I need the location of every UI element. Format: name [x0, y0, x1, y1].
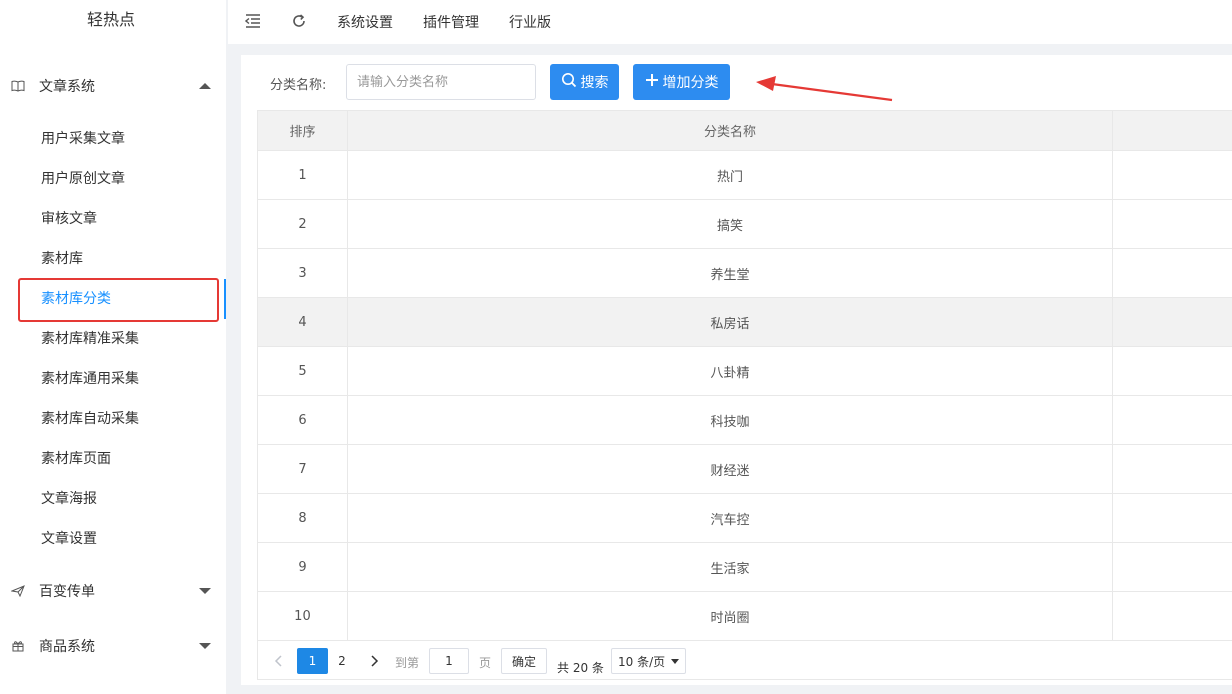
book-icon — [11, 79, 25, 93]
table-row[interactable]: 7 财经迷 — [258, 445, 1232, 494]
extra-cell — [1113, 347, 1232, 395]
table-row[interactable]: 1 热门 — [258, 151, 1232, 200]
sidebar-item-material-precise-collect[interactable]: 素材库精准采集 — [0, 319, 226, 359]
sidebar-group-label: 文章系统 — [39, 79, 95, 95]
header-category-name[interactable]: 分类名称 — [348, 111, 1114, 150]
category-name-label: 分类名称: — [270, 78, 327, 93]
app-logo-title: 轻热点 — [86, 10, 135, 29]
add-category-label: 增加分类 — [662, 75, 719, 91]
sidebar-item-article-settings[interactable]: 文章设置 — [0, 519, 226, 559]
sort-cell: 1 — [258, 151, 348, 199]
search-button-label: 搜索 — [580, 75, 609, 91]
sidebar-item-article-poster[interactable]: 文章海报 — [0, 479, 226, 519]
header-sort[interactable]: 排序 — [258, 111, 348, 150]
table-row[interactable]: 5 八卦精 — [258, 347, 1232, 396]
category-name-cell: 生活家 — [348, 543, 1114, 591]
sidebar-group-product-system[interactable]: 商品系统 — [0, 630, 226, 662]
category-name-cell: 养生堂 — [348, 249, 1114, 297]
sort-cell: 4 — [258, 298, 348, 346]
page-size-value: 10 条/页 — [618, 654, 666, 669]
sidebar: 轻热点 文章系统 用户采集文章 用户原创文章 审核文章 素材库 素材库分类 素材… — [0, 0, 226, 694]
table-row[interactable]: 4 私房话 — [258, 298, 1232, 347]
header-extra — [1113, 111, 1232, 150]
chevron-down-icon — [671, 658, 679, 664]
pagination: 1 2 到第 页 确定 共 20 条 10 条/页 — [257, 640, 1232, 680]
category-name-cell: 私房话 — [348, 298, 1114, 346]
sidebar-group-label: 商品系统 — [39, 639, 95, 655]
search-button[interactable]: 搜索 — [550, 64, 619, 100]
plus-icon — [645, 73, 659, 91]
sort-cell: 2 — [258, 200, 348, 248]
sidebar-item-material-page[interactable]: 素材库页面 — [0, 439, 226, 479]
extra-cell — [1113, 396, 1232, 444]
prev-page-icon[interactable] — [268, 648, 288, 674]
nav-industry-edition[interactable]: 行业版 — [509, 12, 551, 32]
confirm-goto-button[interactable]: 确定 — [501, 648, 547, 674]
category-name-cell: 搞笑 — [348, 200, 1114, 248]
category-name-cell: 八卦精 — [348, 347, 1114, 395]
sidebar-item-material-library[interactable]: 素材库 — [0, 239, 226, 279]
refresh-icon[interactable] — [288, 10, 310, 32]
sort-cell: 9 — [258, 543, 348, 591]
active-indicator — [224, 279, 226, 319]
category-name-cell: 时尚圈 — [348, 592, 1114, 640]
nav-system-settings[interactable]: 系统设置 — [337, 12, 393, 32]
sort-cell: 5 — [258, 347, 348, 395]
goto-label: 到第 — [395, 656, 420, 670]
sidebar-group-label: 百变传单 — [39, 584, 95, 600]
category-name-cell: 汽车控 — [348, 494, 1114, 542]
sidebar-group-flyer[interactable]: 百变传单 — [0, 575, 226, 607]
sidebar-item-material-general-collect[interactable]: 素材库通用采集 — [0, 359, 226, 399]
category-name-cell: 财经迷 — [348, 445, 1114, 493]
table-row[interactable]: 8 汽车控 — [258, 494, 1232, 543]
page-button-1[interactable]: 1 — [297, 648, 328, 674]
extra-cell — [1113, 249, 1232, 297]
table-row[interactable]: 6 科技咖 — [258, 396, 1232, 445]
category-name-input[interactable] — [346, 64, 536, 100]
extra-cell — [1113, 298, 1232, 346]
table-row[interactable]: 10 时尚圈 — [258, 592, 1232, 641]
extra-cell — [1113, 445, 1232, 493]
sidebar-group-article-system[interactable]: 文章系统 — [0, 70, 226, 102]
sort-cell: 10 — [258, 592, 348, 640]
sidebar-item-material-category[interactable]: 素材库分类 — [0, 279, 226, 319]
sidebar-item-review-articles[interactable]: 审核文章 — [0, 199, 226, 239]
category-table: 排序 分类名称 1 热门 2 搞笑 3 养生堂 4 私房话 5 八卦精 6 科技… — [257, 110, 1232, 641]
collapse-menu-icon[interactable] — [242, 10, 264, 32]
table-row[interactable]: 3 养生堂 — [258, 249, 1232, 298]
extra-cell — [1113, 543, 1232, 591]
sort-cell: 8 — [258, 494, 348, 542]
extra-cell — [1113, 200, 1232, 248]
extra-cell — [1113, 494, 1232, 542]
extra-cell — [1113, 592, 1232, 640]
sort-cell: 3 — [258, 249, 348, 297]
search-icon — [561, 72, 577, 92]
extra-cell — [1113, 151, 1232, 199]
top-header: 系统设置 插件管理 行业版 — [228, 0, 1232, 44]
gift-icon — [11, 639, 25, 653]
page-unit-label: 页 — [479, 656, 492, 670]
sidebar-item-material-auto-collect[interactable]: 素材库自动采集 — [0, 399, 226, 439]
category-name-cell: 热门 — [348, 151, 1114, 199]
total-count: 共 20 条 — [557, 660, 604, 675]
table-row[interactable]: 2 搞笑 — [258, 200, 1232, 249]
page-size-select[interactable]: 10 条/页 — [611, 648, 686, 674]
goto-page-input[interactable] — [429, 648, 469, 674]
sort-cell: 6 — [258, 396, 348, 444]
chevron-down-icon — [199, 588, 211, 594]
next-page-icon[interactable] — [364, 648, 386, 674]
table-header-row: 排序 分类名称 — [258, 111, 1232, 151]
sidebar-item-user-original-articles[interactable]: 用户原创文章 — [0, 159, 226, 199]
chevron-up-icon — [199, 83, 211, 89]
add-category-button[interactable]: 增加分类 — [633, 64, 730, 100]
chevron-down-icon — [199, 643, 211, 649]
page-button-2[interactable]: 2 — [330, 648, 354, 674]
table-row[interactable]: 9 生活家 — [258, 543, 1232, 592]
nav-plugin-management[interactable]: 插件管理 — [423, 12, 479, 32]
sort-cell: 7 — [258, 445, 348, 493]
category-name-cell: 科技咖 — [348, 396, 1114, 444]
sidebar-item-user-collected-articles[interactable]: 用户采集文章 — [0, 119, 226, 159]
paper-plane-icon — [11, 584, 25, 598]
